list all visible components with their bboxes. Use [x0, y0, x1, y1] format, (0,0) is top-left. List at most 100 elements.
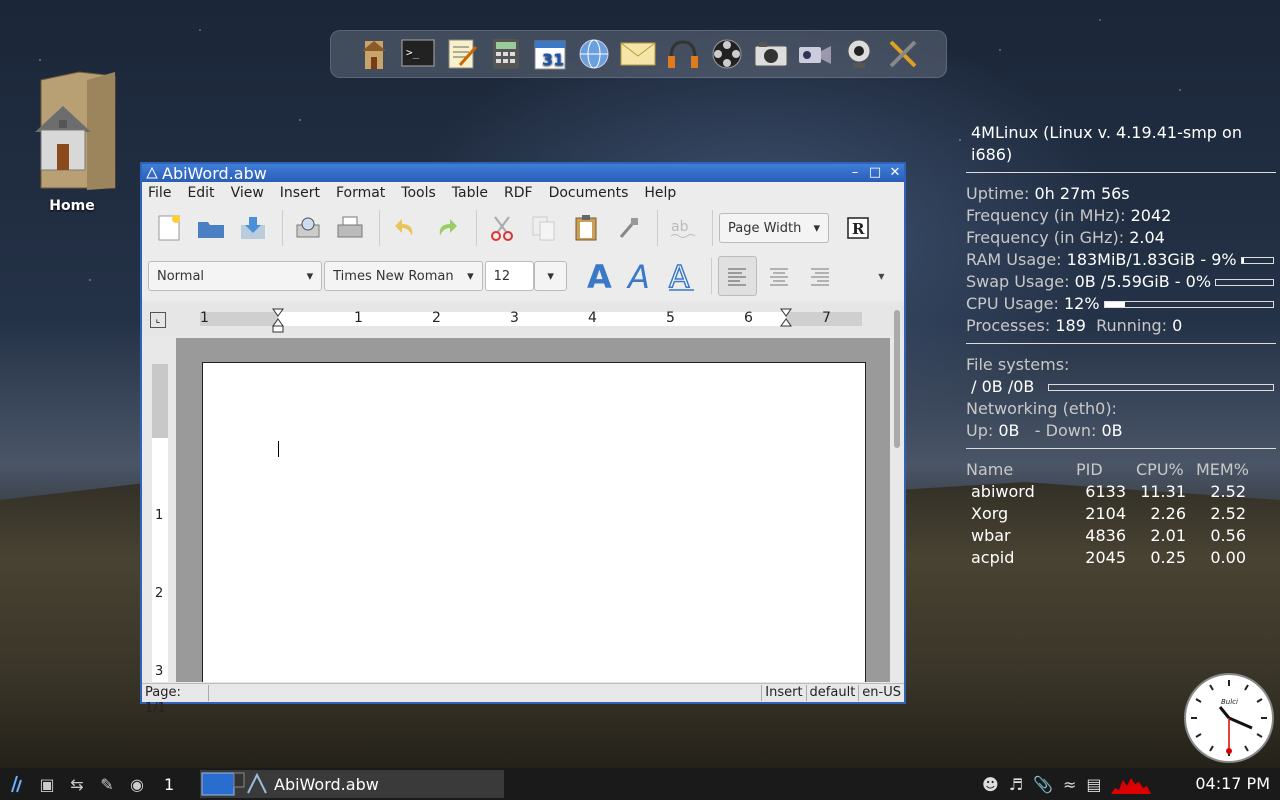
document-canvas: [176, 338, 890, 682]
underline-icon[interactable]: A: [664, 257, 701, 295]
drive-icon[interactable]: ▣: [34, 771, 60, 797]
vertical-scrollbar-thumb[interactable]: [894, 310, 900, 448]
toolbar-separator: [282, 210, 283, 246]
camera-icon[interactable]: [752, 35, 790, 73]
calculator-icon[interactable]: [487, 35, 525, 73]
divider: [966, 448, 1276, 449]
taskbar-window-title: AbiWord.abw: [274, 774, 379, 794]
align-center-icon[interactable]: [761, 257, 798, 295]
network-label: Networking (eth0):: [966, 399, 1117, 418]
right-indent-marker-icon[interactable]: [780, 308, 792, 328]
vertical-ruler-margin: [152, 364, 168, 438]
taskbar-clock[interactable]: 04:17 PM: [1195, 774, 1270, 793]
mail-icon[interactable]: [619, 35, 657, 73]
window-title: AbiWord.abw: [162, 163, 267, 183]
language-indicator: en-US: [862, 685, 901, 700]
clipboard-icon[interactable]: ▤: [1086, 775, 1101, 794]
spellcheck-icon[interactable]: ab: [664, 209, 702, 247]
film-reel-icon[interactable]: [708, 35, 746, 73]
menu-tools[interactable]: Tools: [401, 185, 436, 201]
redo-icon[interactable]: [428, 209, 466, 247]
filesystems-label: File systems:: [966, 355, 1070, 374]
workspace-number[interactable]: 1: [164, 775, 174, 794]
process-table-cell: 4836: [1085, 526, 1126, 545]
font-size-input[interactable]: 12: [484, 261, 534, 291]
toolbar-overflow-icon[interactable]: ▾: [863, 257, 900, 295]
paste-icon[interactable]: [567, 209, 605, 247]
close-button[interactable]: ✕: [886, 165, 904, 181]
calendar-icon[interactable]: 31: [531, 35, 569, 73]
svg-text:R: R: [852, 220, 865, 238]
menu-bar: File Edit View Insert Format Tools Table RDF Doc…: [142, 182, 904, 204]
volume-icon[interactable]: ♬: [1009, 775, 1023, 794]
font-value: Times New Roman: [333, 268, 454, 284]
bold-icon[interactable]: A: [581, 257, 618, 295]
home-icon[interactable]: [355, 35, 393, 73]
format-toolbar: Normal ▾ Times New Roman ▾ 12 ▾ A A A ▾: [142, 252, 904, 300]
menu-view[interactable]: View: [231, 185, 264, 201]
svg-text:31: 31: [542, 50, 564, 69]
copy-icon[interactable]: [525, 209, 563, 247]
rdf-reader-icon[interactable]: R: [839, 209, 877, 247]
abiword-app-icon: [146, 167, 158, 179]
maximize-button[interactable]: □: [866, 165, 884, 181]
menu-help[interactable]: Help: [644, 185, 676, 201]
window-titlebar[interactable]: AbiWord.abw – □ ✕: [142, 163, 904, 183]
freq-ghz-row: Frequency (in GHz): 2.04: [966, 228, 1165, 247]
wifi-icon[interactable]: ≈: [1063, 775, 1076, 794]
font-select[interactable]: Times New Roman ▾: [324, 261, 483, 291]
open-folder-icon[interactable]: [192, 209, 230, 247]
menu-edit[interactable]: Edit: [187, 185, 214, 201]
format-painter-icon[interactable]: [609, 209, 647, 247]
browser-globe-icon[interactable]: [575, 35, 613, 73]
paint-brush-icon[interactable]: ✎: [94, 771, 120, 797]
usb-icon[interactable]: ⇆: [64, 771, 90, 797]
style-select[interactable]: Normal ▾: [148, 261, 323, 291]
ruler-number: 4: [588, 310, 597, 326]
media-disc-icon[interactable]: ◉: [124, 771, 150, 797]
paperclip-icon[interactable]: 📎: [1033, 775, 1053, 794]
settings-tools-icon[interactable]: [884, 35, 922, 73]
process-table-cell: 0.56: [1210, 526, 1246, 545]
workspace-preview-icon: [201, 772, 245, 796]
menu-file[interactable]: File: [148, 185, 171, 201]
desktop-home-shortcut[interactable]: Home: [28, 70, 116, 214]
clock-brand: Bulci: [1221, 698, 1238, 706]
left-indent-marker-icon[interactable]: [272, 308, 284, 334]
headphones-icon[interactable]: [664, 35, 702, 73]
print-preview-icon[interactable]: [289, 209, 327, 247]
vertical-ruler[interactable]: 1 2 3: [152, 364, 168, 682]
horizontal-ruler[interactable]: ⌞ 1 1 2 3 4 5 6 7: [142, 302, 904, 336]
align-right-icon[interactable]: [802, 257, 839, 295]
user-icon[interactable]: ☻: [982, 775, 999, 794]
cut-icon[interactable]: [483, 209, 521, 247]
tab-stop-icon[interactable]: ⌞: [150, 312, 166, 328]
process-table-cell: 2045: [1085, 548, 1126, 567]
undo-icon[interactable]: [386, 209, 424, 247]
style-value: Normal: [157, 268, 205, 284]
svg-text:A: A: [587, 260, 612, 292]
menu-table[interactable]: Table: [452, 185, 488, 201]
menu-insert[interactable]: Insert: [280, 185, 320, 201]
print-icon[interactable]: [331, 209, 369, 247]
webcam-icon[interactable]: [840, 35, 878, 73]
ruler-number: 1: [200, 310, 209, 326]
taskbar-window-abiword[interactable]: AbiWord.abw: [200, 770, 504, 798]
menu-rdf[interactable]: RDF: [504, 185, 533, 201]
start-menu-icon[interactable]: [4, 771, 30, 797]
text-editor-icon[interactable]: [443, 35, 481, 73]
network-row: Up: 0B - Down: 0B: [966, 421, 1123, 440]
new-document-icon[interactable]: [150, 209, 188, 247]
align-left-icon[interactable]: [717, 256, 757, 296]
zoom-select[interactable]: Page Width ▾: [719, 213, 829, 243]
svg-text:A: A: [669, 260, 690, 292]
menu-format[interactable]: Format: [336, 185, 385, 201]
minimize-button[interactable]: –: [846, 165, 864, 181]
font-size-dropdown-button[interactable]: ▾: [533, 261, 568, 291]
video-camera-icon[interactable]: [796, 35, 834, 73]
menu-documents[interactable]: Documents: [549, 185, 629, 201]
italic-icon[interactable]: A: [623, 257, 660, 295]
document-page[interactable]: [202, 362, 866, 682]
terminal-icon[interactable]: >_: [399, 35, 437, 73]
save-icon[interactable]: [234, 209, 272, 247]
